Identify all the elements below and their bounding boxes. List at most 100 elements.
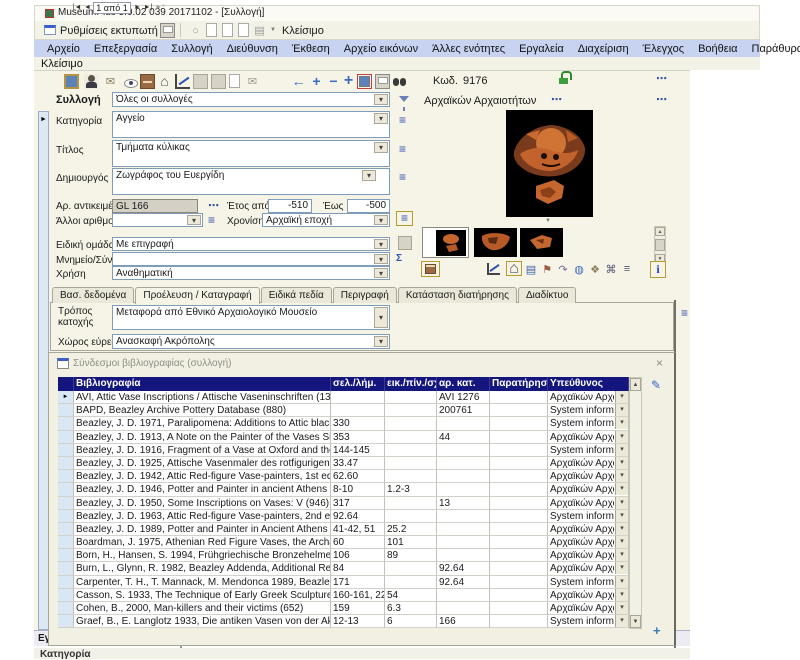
menu-item-9[interactable]: Έλεγχος [636, 43, 691, 55]
curve-arrow-icon[interactable]: ↷ [556, 262, 570, 276]
add-row-icon[interactable]: + [653, 623, 661, 638]
object-photo[interactable] [506, 110, 593, 217]
other-numbers-list-icon[interactable]: ≡ [208, 215, 215, 226]
scrollbar-thumb[interactable] [655, 239, 665, 251]
stamp-icon[interactable]: ❖ [588, 262, 602, 276]
close-button[interactable]: Κλείσιμο [282, 25, 324, 37]
tab-2[interactable]: Ειδικά πεδία [261, 287, 332, 303]
scroll-down-icon[interactable]: ▼ [630, 615, 641, 628]
row-selector[interactable] [58, 444, 74, 457]
stamp-icon[interactable] [398, 236, 412, 250]
scroll-up-icon[interactable]: ▲ [655, 227, 665, 236]
table-row[interactable]: Carpenter, T. H., T. Mannack, M. Mendonc… [58, 576, 629, 589]
ellipsis-button[interactable]: ⋯ [656, 95, 668, 105]
thumbnail-1-selected[interactable] [422, 227, 469, 258]
next-record-button[interactable]: ► [133, 2, 142, 14]
row-selector[interactable] [58, 404, 74, 417]
collection-select[interactable]: Όλες οι συλλογές▾ [112, 92, 390, 107]
menu-item-3[interactable]: Διεύθυνση [220, 43, 285, 55]
unlock-icon[interactable] [558, 71, 570, 84]
move-icon[interactable]: + [341, 73, 356, 88]
responsible-dropdown[interactable]: ▾ [615, 470, 628, 482]
table-row[interactable]: Beazley, J. D. 1989, Potter and Painter … [58, 523, 629, 536]
responsible-dropdown[interactable]: ▾ [615, 576, 628, 588]
thumbnail-scrollbar[interactable]: ▲ ▼ [654, 226, 666, 264]
print-icon[interactable] [375, 74, 390, 89]
list-icon[interactable]: ≡ [620, 262, 634, 276]
table-row[interactable]: Beazley, J. D. 1971, Paralipomena: Addit… [58, 417, 629, 430]
responsible-dropdown[interactable]: ▾ [615, 589, 628, 601]
chevron-down-icon[interactable]: ▾ [362, 170, 376, 181]
responsible-dropdown[interactable]: ▾ [615, 536, 628, 548]
use-select[interactable]: Αναθηματική▾ [112, 266, 390, 280]
row-selector[interactable] [58, 497, 74, 510]
scroll-up-icon[interactable]: ▲ [630, 378, 641, 391]
row-selector[interactable] [58, 417, 74, 430]
sigma-icon[interactable]: Σ [396, 253, 402, 264]
responsible-dropdown[interactable]: ▾ [615, 523, 628, 535]
close-icon[interactable]: × [656, 357, 663, 369]
last-record-button[interactable]: ►| [143, 2, 153, 14]
row-selector[interactable] [58, 523, 74, 536]
year-to-input[interactable]: -500 [347, 199, 390, 213]
monument-select[interactable]: ▾ [112, 252, 390, 266]
contacts-icon[interactable] [84, 74, 99, 89]
title-list-icon[interactable]: ≡ [399, 144, 406, 155]
creator-list-icon[interactable]: ≡ [399, 172, 406, 183]
responsible-dropdown[interactable]: ▾ [615, 602, 628, 614]
chart-icon[interactable] [487, 263, 500, 275]
row-selector[interactable] [58, 562, 74, 575]
chevron-down-icon[interactable]: ▾ [374, 239, 388, 249]
thumbnail-2[interactable] [474, 228, 517, 257]
send-mail-icon[interactable]: ✉ [103, 74, 118, 89]
chevron-down-icon[interactable]: ▾ [374, 336, 388, 347]
menu-item-11[interactable]: Παράθυρο [745, 43, 800, 55]
responsible-dropdown[interactable]: ▾ [615, 510, 628, 522]
cards-icon[interactable]: ▤ [524, 262, 538, 276]
column-header-0[interactable]: Βιβλιογραφία [74, 377, 331, 391]
responsible-dropdown[interactable]: ▾ [615, 483, 628, 495]
tab-3[interactable]: Περιγραφή [333, 287, 397, 303]
table-row[interactable]: Beazley, J. D. 1916, Fragment of a Vase … [58, 444, 629, 457]
thumbnail-3[interactable] [520, 228, 563, 257]
window-icon[interactable] [44, 25, 56, 35]
chevron-down-icon[interactable]: ▾ [374, 113, 388, 124]
prev-record-button[interactable]: ◄ [83, 2, 92, 14]
menu-item-8[interactable]: Διαχείριση [571, 43, 636, 55]
ownership-select[interactable]: Μεταφορά από Εθνικό Αρχαιολογικό Μουσείο… [112, 305, 390, 330]
home-icon[interactable]: ⌂ [157, 73, 172, 88]
globe-icon[interactable]: ◍ [572, 262, 586, 276]
creator-field[interactable]: Ζωγράφος του Ευεργίδη▾ [112, 168, 390, 195]
column-header-3[interactable]: αρ. κατ. [437, 377, 490, 391]
owner-ellipsis-button[interactable]: ⋯ [551, 95, 563, 105]
chevron-down-icon[interactable]: ▾ [187, 215, 201, 225]
table-row[interactable]: Beazley, J. D. 1946, Potter and Painter … [58, 483, 629, 496]
tab-4[interactable]: Κατάσταση διατήρησης [398, 287, 517, 303]
media-catalog-icon[interactable] [421, 261, 440, 277]
eye-icon[interactable] [123, 76, 138, 91]
home-icon[interactable]: ⌂ [506, 261, 522, 276]
printer-settings-button[interactable]: Ρυθμίσεις εκτυπωτή [60, 25, 158, 37]
menu-item-1[interactable]: Επεξεργασία [87, 43, 164, 55]
menu-item-0[interactable]: Αρχείο [40, 43, 87, 55]
row-selector[interactable] [58, 536, 74, 549]
column-header-4[interactable]: Παρατήρηση(βιβλ [490, 377, 548, 391]
menu-item-close[interactable]: Κλείσιμο [41, 58, 83, 70]
table-row[interactable]: Beazley, J. D. 1942, Attic Red-figure Va… [58, 470, 629, 483]
chevron-down-icon[interactable]: ▾ [374, 142, 388, 153]
remove-record-icon[interactable]: − [326, 74, 341, 89]
chevron-down-icon[interactable]: ▾ [374, 254, 388, 264]
table-scrollbar[interactable]: ▲ ▼ [629, 377, 642, 629]
special-group-select[interactable]: Με επιγραφή▾ [112, 237, 390, 251]
table-row[interactable]: Boardman, J. 1975, Athenian Red Figure V… [58, 536, 629, 549]
envelope-icon[interactable]: ✉ [245, 74, 260, 89]
chevron-down-icon[interactable]: ▾ [374, 268, 388, 278]
chevron-down-icon[interactable]: ▾ [374, 307, 388, 328]
row-selector[interactable] [58, 483, 74, 496]
table-row[interactable]: Beazley, J. D. 1913, A Note on the Paint… [58, 431, 629, 444]
tab-0[interactable]: Βασ. δεδομένα [52, 287, 134, 303]
responsible-dropdown[interactable]: ▾ [615, 391, 628, 403]
panel-list-icon[interactable]: ≡ [681, 308, 688, 319]
other-numbers-select[interactable]: ▾ [112, 213, 203, 227]
responsible-dropdown[interactable]: ▾ [615, 444, 628, 456]
